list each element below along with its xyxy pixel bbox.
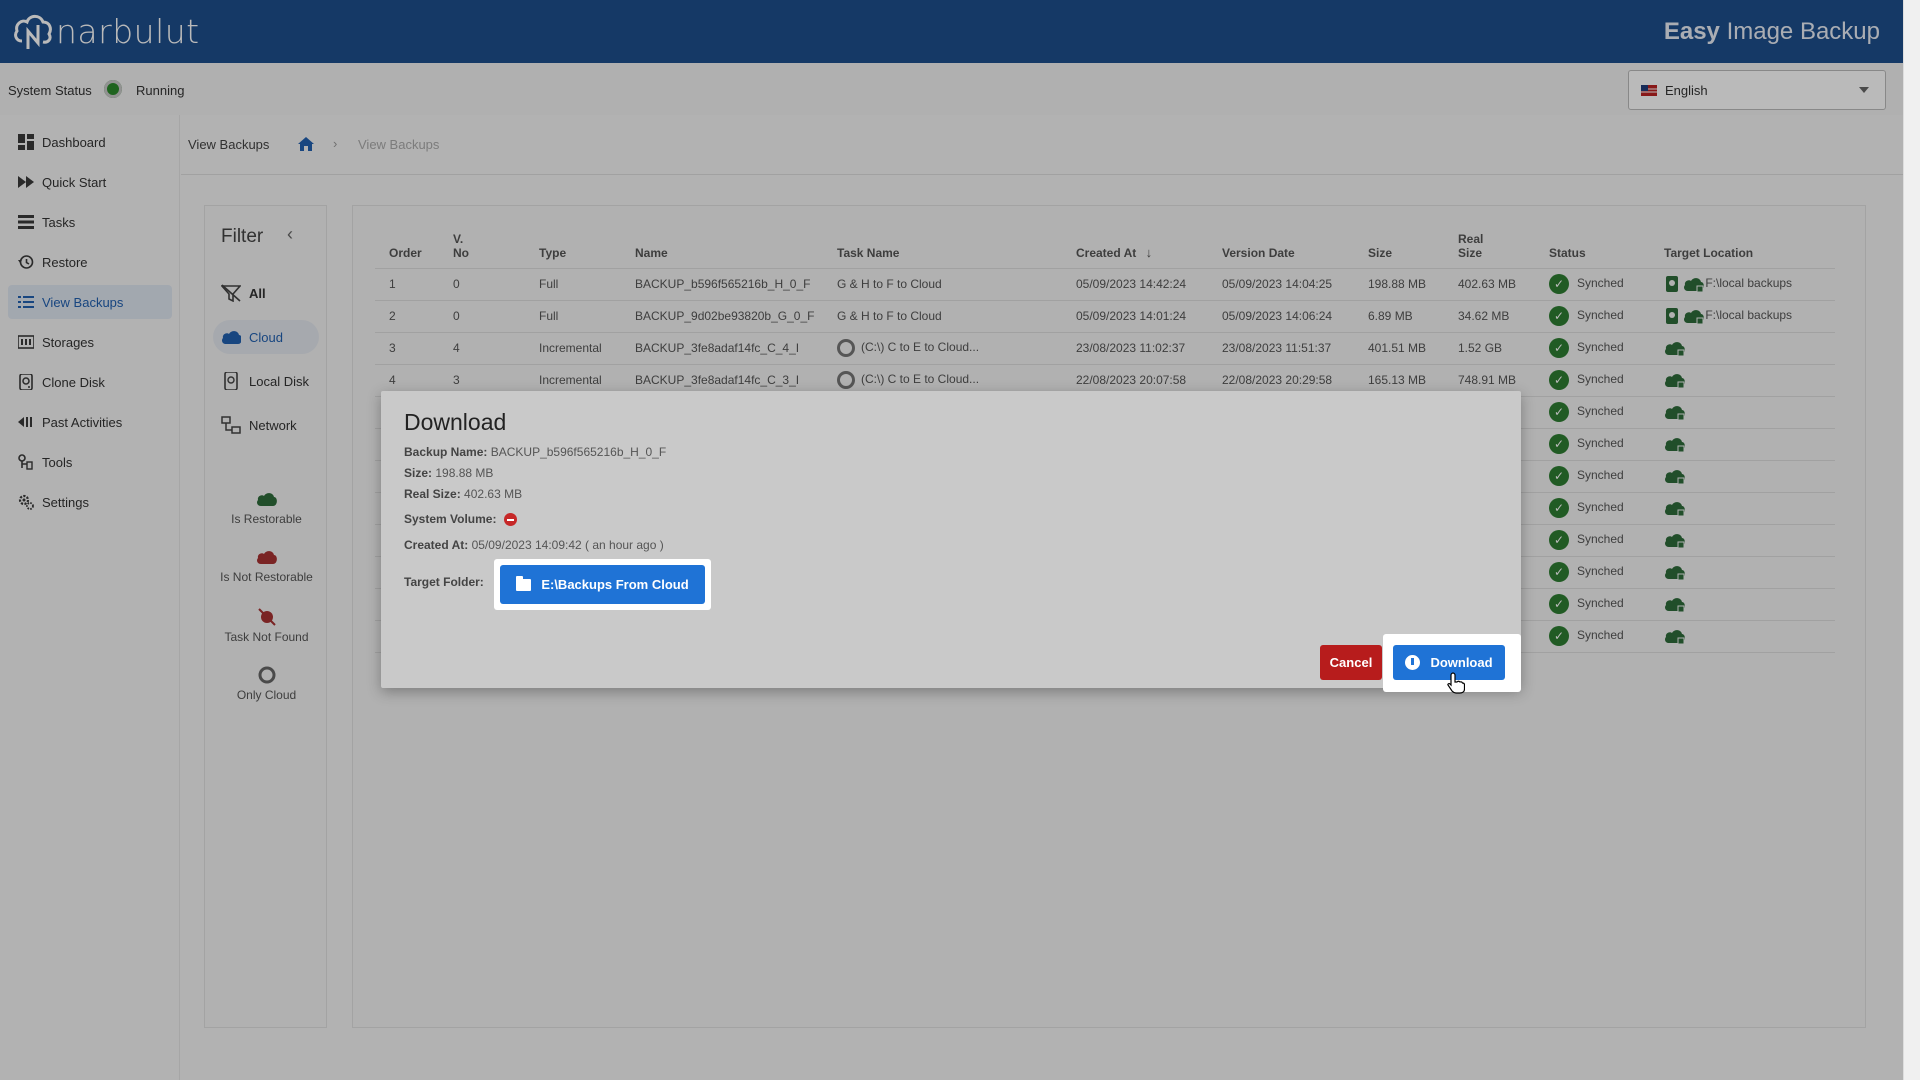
dialog-backup-name: Backup Name: BACKUP_b596f565216b_H_0_F (404, 445, 667, 459)
download-icon (1405, 655, 1421, 670)
page-scrollbar[interactable] (1903, 0, 1920, 1080)
dialog-title: Download (404, 409, 507, 435)
dialog-target-folder-label: Target Folder: (404, 575, 484, 589)
dialog-created-at: Created At: 05/09/2023 14:09:42 ( an hou… (404, 538, 664, 552)
dialog-system-volume: System Volume: (404, 512, 518, 527)
minus-circle-icon (504, 513, 518, 527)
download-dialog: Download Backup Name: BACKUP_b596f565216… (381, 391, 1521, 692)
dialog-real-size: Real Size: 402.63 MB (404, 487, 523, 501)
target-folder-focus-ring: E:\Backups From Cloud (494, 559, 711, 610)
hand-pointer-icon (1447, 672, 1465, 694)
folder-icon (516, 575, 532, 591)
dialog-size: Size: 198.88 MB (404, 466, 494, 480)
cancel-button[interactable]: Cancel (1320, 645, 1382, 680)
target-folder-button[interactable]: E:\Backups From Cloud (500, 565, 705, 604)
